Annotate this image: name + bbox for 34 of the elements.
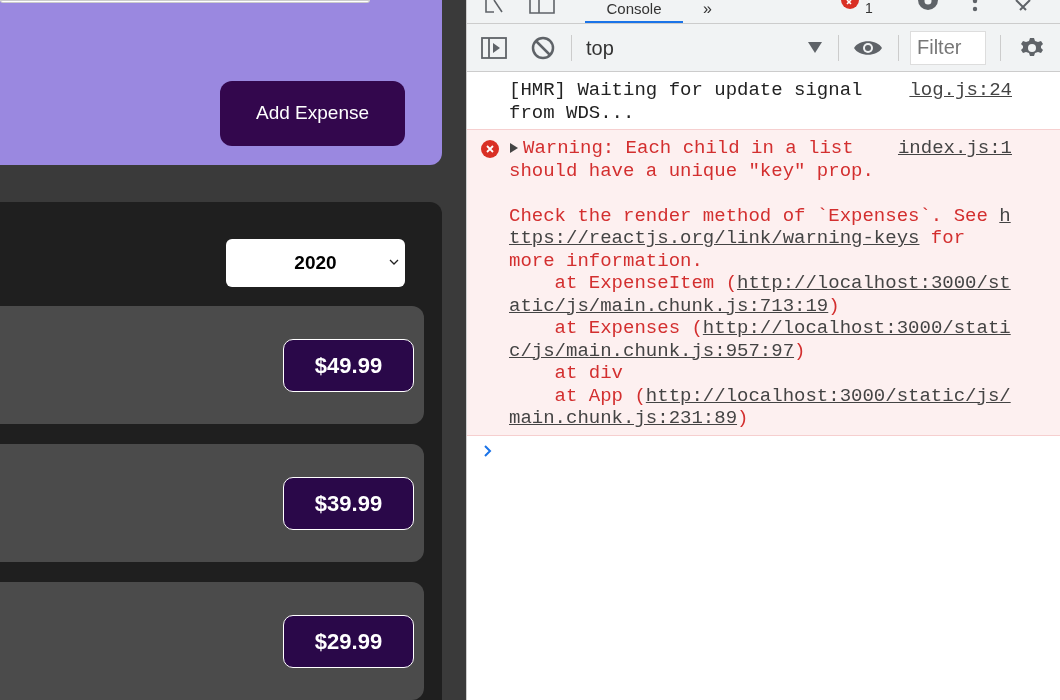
eye-icon[interactable] — [854, 38, 882, 57]
source-link[interactable]: log.js:24 — [909, 79, 1012, 102]
link[interactable]: ttps://reactjs.org/link/warning-keys — [509, 227, 920, 249]
dropdown-triangle-icon — [808, 42, 822, 53]
price-tag: $39.99 — [283, 476, 414, 530]
device-icon[interactable] — [529, 0, 555, 14]
price-tag: $49.99 — [283, 338, 414, 392]
prompt-icon[interactable] — [483, 443, 493, 458]
link[interactable]: main.chunk.js:231:89 — [509, 407, 738, 429]
console-message: [HMR] Waiting for update signal from WDS... — [509, 79, 863, 124]
source-link[interactable]: index.js:1 — [897, 137, 1012, 160]
console-message: Check the render method of `Expenses`. See h ttps://reactjs.org/link/warning-keys for more information. at ExpenseItem (http://localhost:3000/st atic/js/main.chunk.js:713:19) at Expenses (http://localhost:3000/stati c/js/main.chunk.js:957:97) at div at App (http://localhost:3000/static/js/ main.chunk.js:231:89) — [509, 204, 1012, 430]
more-options-icon[interactable] — [972, 0, 978, 14]
sidebar-toggle-icon[interactable] — [481, 36, 507, 59]
error-count: 1 — [865, 0, 873, 16]
year-select[interactable]: 2020 — [226, 239, 405, 287]
link[interactable]: http://localhost:3000/stati — [702, 317, 1011, 339]
link[interactable]: h — [999, 204, 1011, 227]
price-tag: $29.99 — [283, 614, 414, 668]
add-expense-button[interactable]: Add Expense — [220, 81, 405, 146]
console-message: Warning: Each child in a list should have a unique "key" prop. — [509, 137, 874, 182]
link[interactable]: c/js/main.chunk.js:957:97 — [509, 339, 795, 362]
context-select[interactable]: top — [586, 32, 822, 63]
chevron-down-icon — [389, 259, 399, 265]
filter-field[interactable]: Filter — [910, 30, 986, 65]
link[interactable]: http://localhost:3000/static/js/ — [645, 384, 1011, 407]
link[interactable]: atic/js/main.chunk.js:713:19 — [509, 294, 829, 317]
more-tabs[interactable]: » — [703, 0, 712, 23]
clear-console-icon[interactable] — [531, 35, 555, 60]
close-icon[interactable] — [1015, 0, 1031, 12]
expand-triangle-icon[interactable] — [509, 142, 519, 154]
error-icon — [481, 140, 499, 158]
error-icon[interactable] — [841, 0, 859, 10]
link[interactable]: http://localhost:3000/st — [737, 272, 1011, 294]
